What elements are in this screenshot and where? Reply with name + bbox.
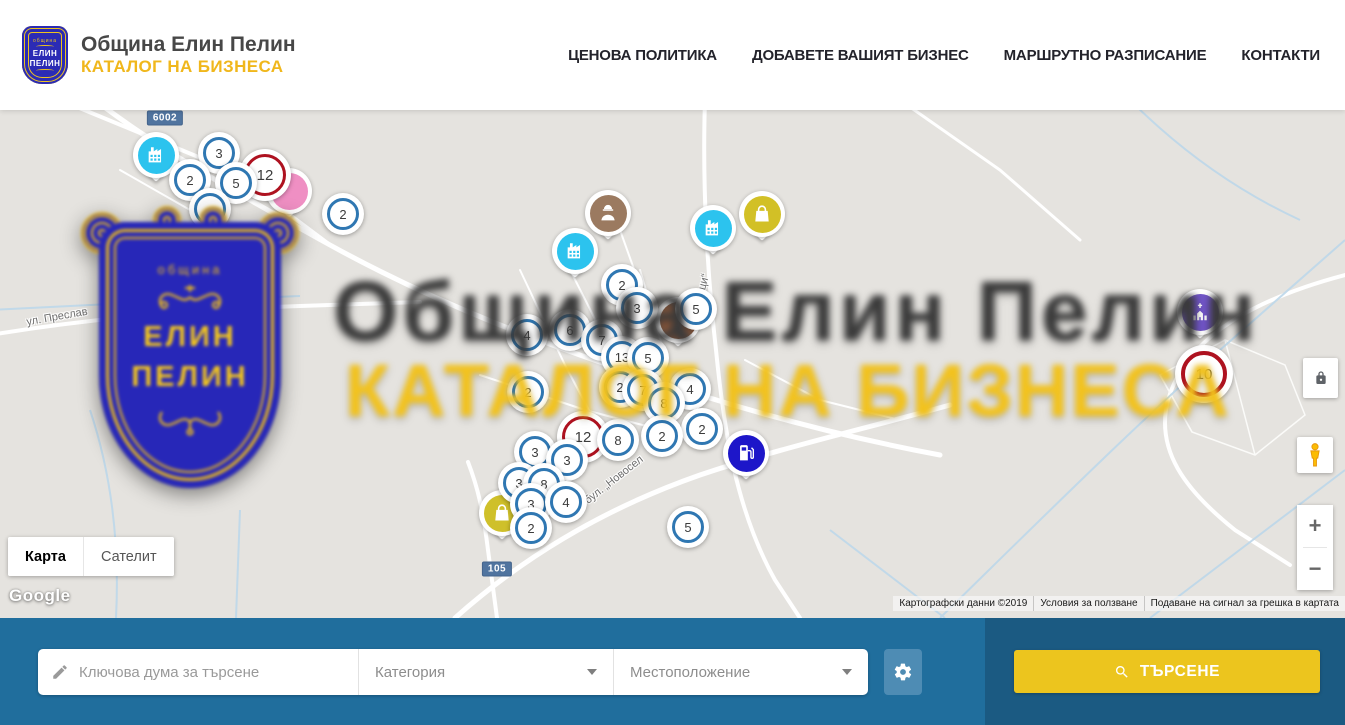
- church-icon: [1182, 294, 1219, 331]
- map-cluster-marker[interactable]: 2: [641, 415, 683, 457]
- cluster-count: 5: [692, 302, 699, 317]
- factory-pin[interactable]: [552, 228, 598, 274]
- chevron-down-icon: [842, 669, 852, 675]
- cluster-count: 3: [633, 301, 640, 316]
- pencil-icon: [51, 663, 69, 681]
- crest-ornament: [36, 45, 54, 48]
- map-cluster-marker[interactable]: 2: [322, 193, 364, 235]
- search-bar-right-panel: ТЪРСЕНЕ: [985, 618, 1345, 725]
- worker-icon: [590, 195, 627, 232]
- search-button[interactable]: ТЪРСЕНЕ: [1014, 650, 1320, 693]
- map-cluster-marker[interactable]: 8: [597, 419, 639, 461]
- site-header: община ЕЛИН ПЕЛИН Община Елин Пелин КАТА…: [0, 0, 1345, 110]
- attribution-report-error-link[interactable]: Подаване на сигнал за грешка в картата: [1144, 596, 1345, 611]
- search-bar: ТЪРСЕНЕ Категория Местоположение: [0, 618, 1345, 725]
- nav-add-your-business[interactable]: ДОБАВЕТЕ ВАШИЯТ БИЗНЕС: [752, 47, 969, 64]
- map-type-map-button[interactable]: Карта: [8, 537, 83, 576]
- zoom-out-button[interactable]: −: [1297, 548, 1333, 590]
- cluster-count: 2: [527, 521, 534, 536]
- shopping-bag-pin[interactable]: [739, 191, 785, 237]
- page: община ЕЛИН ПЕЛИН Община Елин Пелин КАТА…: [0, 0, 1345, 725]
- map-attribution: Картографски данни ©2019 Условия за полз…: [893, 596, 1345, 611]
- crest-ornament: [36, 69, 54, 72]
- map-cluster-marker[interactable]: 5: [675, 288, 717, 330]
- map-type-control: Карта Сателит: [8, 537, 174, 576]
- attribution-copyright: Картографски данни ©2019: [893, 596, 1033, 611]
- map-cluster-marker[interactable]: 2: [681, 408, 723, 450]
- pegman-icon: [1304, 442, 1326, 468]
- cluster-count: 2: [698, 422, 705, 437]
- church-pin[interactable]: [1177, 289, 1223, 335]
- map-type-satellite-button[interactable]: Сателит: [83, 537, 174, 576]
- cluster-count: 4: [686, 382, 693, 397]
- map-cluster-marker[interactable]: 4: [506, 314, 548, 356]
- gear-icon: [893, 662, 913, 682]
- cluster-count: 10: [1196, 366, 1213, 383]
- crest-name-line2: ПЕЛИН: [30, 59, 61, 68]
- search-icon: [1114, 664, 1130, 680]
- cluster-count: 4: [523, 328, 530, 343]
- factory-icon: [138, 137, 175, 174]
- map-cluster-marker[interactable]: 2: [510, 507, 552, 549]
- fuel-pin[interactable]: [723, 430, 769, 476]
- map-cluster-marker[interactable]: 5: [667, 506, 709, 548]
- nav-pricing-policy[interactable]: ЦЕНОВА ПОЛИТИКА: [568, 47, 717, 64]
- cluster-count: 2: [186, 173, 193, 188]
- cluster-count: 8: [614, 433, 621, 448]
- nav-contacts[interactable]: КОНТАКТИ: [1241, 47, 1320, 64]
- cluster-count: 6: [566, 323, 573, 338]
- cluster-count: 5: [684, 520, 691, 535]
- search-button-label: ТЪРСЕНЕ: [1140, 663, 1220, 681]
- street-view-pegman-button[interactable]: [1297, 437, 1333, 473]
- cluster-count: 2: [524, 385, 531, 400]
- factory-icon: [557, 233, 594, 270]
- cluster-count: 3: [215, 146, 222, 161]
- keyword-field: [38, 649, 358, 695]
- crest-name-line1: ЕЛИН: [33, 49, 57, 58]
- map-cluster-marker[interactable]: [189, 188, 231, 230]
- site-subtitle: КАТАЛОГ НА БИЗНЕСА: [81, 57, 296, 77]
- map-cluster-marker[interactable]: 3: [616, 287, 658, 329]
- nav-route-schedule[interactable]: МАРШРУТНО РАЗПИСАНИЕ: [1004, 47, 1207, 64]
- map-cluster-marker[interactable]: 4: [545, 481, 587, 523]
- map-cluster-marker[interactable]: 2: [507, 371, 549, 413]
- google-map[interactable]: 6002105ул. Преславбул. „Новоселци“ 32125…: [0, 110, 1345, 618]
- location-select-value: Местоположение: [630, 664, 750, 681]
- cluster-count: 5: [644, 351, 651, 366]
- zoom-control: + −: [1297, 505, 1333, 590]
- google-logo[interactable]: Google: [9, 586, 71, 606]
- site-title: Община Елин Пелин: [81, 32, 296, 57]
- search-keyword-input[interactable]: [79, 664, 345, 681]
- municipality-crest-logo: община ЕЛИН ПЕЛИН: [22, 26, 68, 84]
- chevron-down-icon: [587, 669, 597, 675]
- zoom-in-button[interactable]: +: [1297, 505, 1333, 547]
- factory-pin[interactable]: [690, 205, 736, 251]
- search-fields-group: Категория Местоположение: [38, 649, 868, 695]
- site-logo[interactable]: община ЕЛИН ПЕЛИН Община Елин Пелин КАТА…: [22, 26, 296, 84]
- advanced-search-settings-button[interactable]: [884, 649, 922, 695]
- cluster-count: 3: [563, 453, 570, 468]
- location-select[interactable]: Местоположение: [613, 649, 868, 695]
- shopping-bag-icon: [744, 196, 781, 233]
- lock-icon: [1313, 370, 1329, 386]
- cluster-count: 4: [562, 495, 569, 510]
- category-select[interactable]: Категория: [358, 649, 613, 695]
- crest-caption: община: [33, 38, 57, 44]
- cluster-count: 12: [257, 167, 274, 184]
- cluster-count: 2: [339, 207, 346, 222]
- category-select-value: Категория: [375, 664, 445, 681]
- fuel-icon: [728, 435, 765, 472]
- map-cluster-marker[interactable]: 10: [1175, 345, 1233, 403]
- cluster-count: 3: [531, 445, 538, 460]
- attribution-terms-link[interactable]: Условия за ползване: [1033, 596, 1143, 611]
- lock-control-button[interactable]: [1303, 358, 1338, 398]
- cluster-count: 5: [232, 176, 239, 191]
- cluster-count: 8: [660, 396, 667, 411]
- factory-icon: [695, 210, 732, 247]
- cluster-count: 2: [658, 429, 665, 444]
- main-nav: ЦЕНОВА ПОЛИТИКА ДОБАВЕТЕ ВАШИЯТ БИЗНЕС М…: [568, 47, 1320, 64]
